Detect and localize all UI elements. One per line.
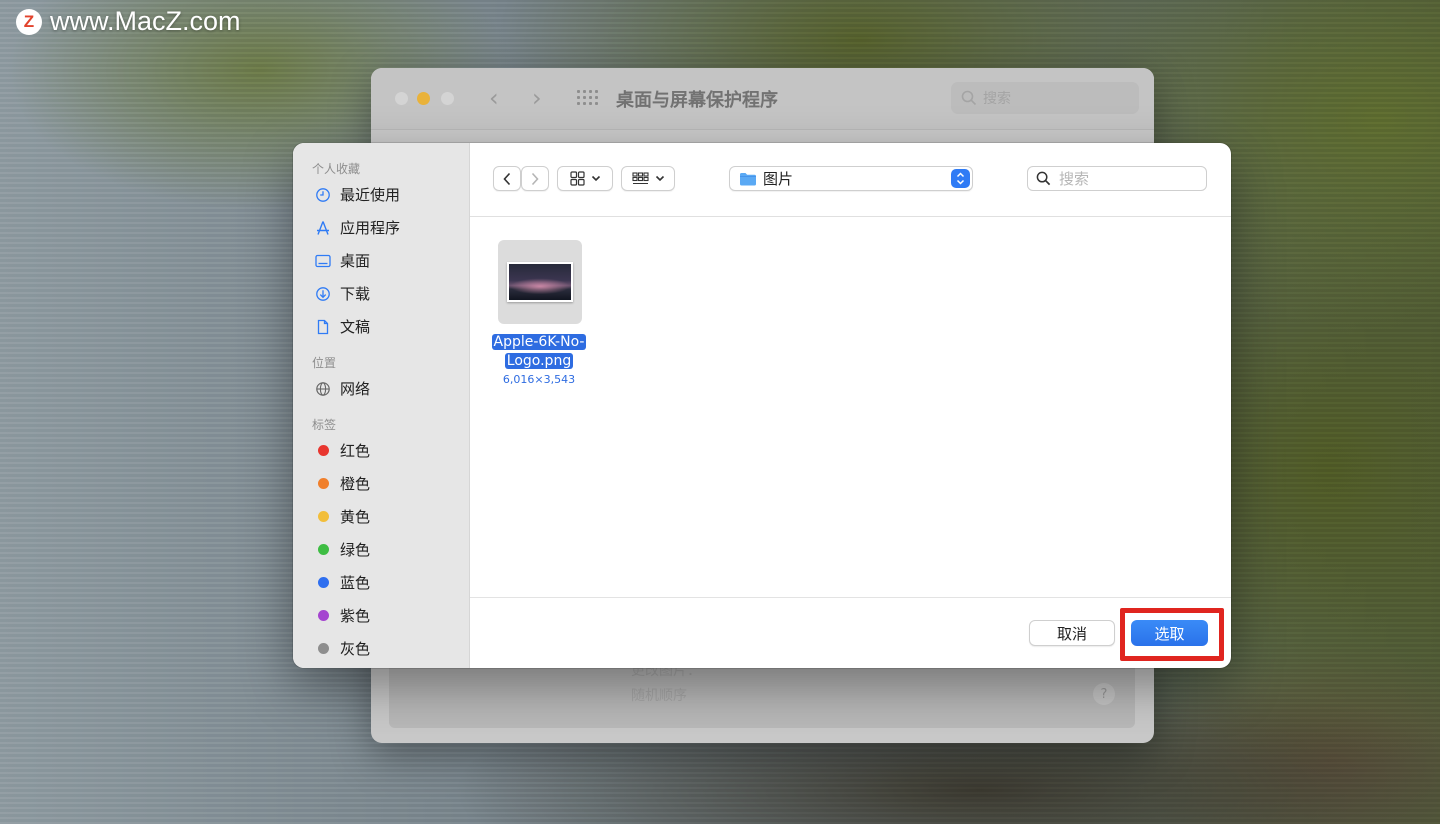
close-window-button[interactable]	[395, 92, 408, 105]
sidebar-item-tag-blue[interactable]: 蓝色	[293, 566, 469, 599]
desktop-icon	[315, 253, 331, 269]
network-icon	[315, 381, 331, 397]
sidebar-item-tag-purple[interactable]: 紫色	[293, 599, 469, 632]
location-label: 图片	[763, 168, 793, 189]
chevron-right-icon	[530, 172, 540, 186]
back-button[interactable]	[493, 166, 521, 191]
sidebar-item-tag-gray[interactable]: 灰色	[293, 632, 469, 665]
sidebar-item-desktop[interactable]: 桌面	[293, 244, 469, 277]
folder-icon	[739, 172, 757, 186]
sidebar-item-label: 黄色	[340, 506, 370, 527]
background-window-title: 桌面与屏幕保护程序	[616, 86, 778, 112]
sidebar-item-label: 紫色	[340, 605, 370, 626]
file-name-line-1: Apple-6K-No-	[492, 334, 587, 350]
sidebar-item-documents[interactable]: 文稿	[293, 310, 469, 343]
orange-tag-dot-icon	[318, 478, 329, 489]
file-name: Apple-6K-No- Logo.png	[487, 333, 591, 371]
dialog-toolbar: 图片	[470, 143, 1231, 217]
search-input[interactable]	[1059, 170, 1199, 188]
watermark-logo-icon: Z	[16, 9, 42, 35]
sidebar-item-label: 下载	[340, 283, 370, 304]
sidebar-item-label: 蓝色	[340, 572, 370, 593]
file-thumbnail-image	[507, 262, 573, 302]
sidebar-item-label: 桌面	[340, 250, 370, 271]
clock-icon	[315, 187, 331, 203]
green-tag-dot-icon	[318, 544, 329, 555]
chevron-left-icon[interactable]: ‹	[489, 84, 499, 112]
forward-button[interactable]	[521, 166, 549, 191]
file-grid: Apple-6K-No- Logo.png 6,016×3,543	[470, 218, 1231, 596]
background-search-placeholder: 搜索	[983, 88, 1011, 108]
background-options-panel	[389, 658, 1135, 728]
location-popup[interactable]: 图片	[729, 166, 973, 191]
file-browser: 图片 Apple-6K-No- Logo.png 6,016×3,543	[470, 143, 1231, 668]
blue-tag-dot-icon	[318, 577, 329, 588]
watermark-text: www.MacZ.com	[50, 6, 241, 37]
purple-tag-dot-icon	[318, 610, 329, 621]
show-all-grid-icon[interactable]	[577, 90, 597, 106]
sidebar-item-label: 最近使用	[340, 184, 400, 205]
sidebar-item-applications[interactable]: 应用程序	[293, 211, 469, 244]
group-by-icon	[632, 172, 649, 186]
watermark: Z www.MacZ.com	[16, 6, 241, 37]
red-tag-dot-icon	[318, 445, 329, 456]
cancel-button[interactable]: 取消	[1029, 620, 1115, 646]
sidebar-item-label: 红色	[340, 440, 370, 461]
chevron-down-icon	[655, 175, 665, 182]
sidebar-item-label: 应用程序	[340, 217, 400, 238]
group-by-dropdown[interactable]	[621, 166, 675, 191]
sidebar-item-label: 文稿	[340, 316, 370, 337]
sidebar-item-label: 橙色	[340, 473, 370, 494]
yellow-tag-dot-icon	[318, 511, 329, 522]
sidebar-item-downloads[interactable]: 下载	[293, 277, 469, 310]
applications-icon	[315, 220, 331, 236]
background-search-field[interactable]: 搜索	[951, 82, 1139, 114]
file-dimensions: 6,016×3,543	[487, 373, 591, 386]
search-icon	[961, 90, 977, 106]
sidebar-section-tags: 标签	[293, 417, 469, 434]
sidebar: 个人收藏 最近使用 应用程序 桌面 下载	[293, 143, 470, 668]
dialog-footer: 取消 选取	[470, 597, 1231, 668]
icon-view-grid-icon	[570, 171, 585, 186]
open-file-dialog: 个人收藏 最近使用 应用程序 桌面 下载	[293, 143, 1231, 668]
chevron-right-icon[interactable]: ›	[532, 84, 542, 112]
sidebar-item-label: 网络	[340, 378, 370, 399]
random-order-label: 随机顺序	[631, 685, 687, 705]
gray-tag-dot-icon	[318, 643, 329, 654]
sidebar-item-label: 绿色	[340, 539, 370, 560]
background-window-titlebar: ‹ › 桌面与屏幕保护程序 搜索	[371, 68, 1154, 130]
download-icon	[315, 286, 331, 302]
document-icon	[315, 319, 331, 335]
sidebar-item-tag-green[interactable]: 绿色	[293, 533, 469, 566]
file-name-line-2: Logo.png	[505, 353, 573, 369]
sidebar-item-recents[interactable]: 最近使用	[293, 178, 469, 211]
sidebar-item-network[interactable]: 网络	[293, 372, 469, 405]
search-field[interactable]	[1027, 166, 1207, 191]
chevron-down-icon	[591, 175, 601, 182]
annotation-highlight-box	[1120, 608, 1224, 661]
zoom-window-button[interactable]	[441, 92, 454, 105]
chevron-left-icon	[502, 172, 512, 186]
sidebar-item-tag-red[interactable]: 红色	[293, 434, 469, 467]
minimize-window-button[interactable]	[417, 92, 430, 105]
help-button[interactable]: ?	[1093, 683, 1115, 705]
search-icon	[1036, 171, 1051, 186]
view-mode-dropdown[interactable]	[557, 166, 613, 191]
sidebar-item-tag-orange[interactable]: 橙色	[293, 467, 469, 500]
sidebar-section-locations: 位置	[293, 355, 469, 372]
sidebar-item-tag-yellow[interactable]: 黄色	[293, 500, 469, 533]
sidebar-item-label: 灰色	[340, 638, 370, 659]
stepper-icon	[951, 169, 970, 188]
sidebar-section-favorites: 个人收藏	[293, 161, 469, 178]
